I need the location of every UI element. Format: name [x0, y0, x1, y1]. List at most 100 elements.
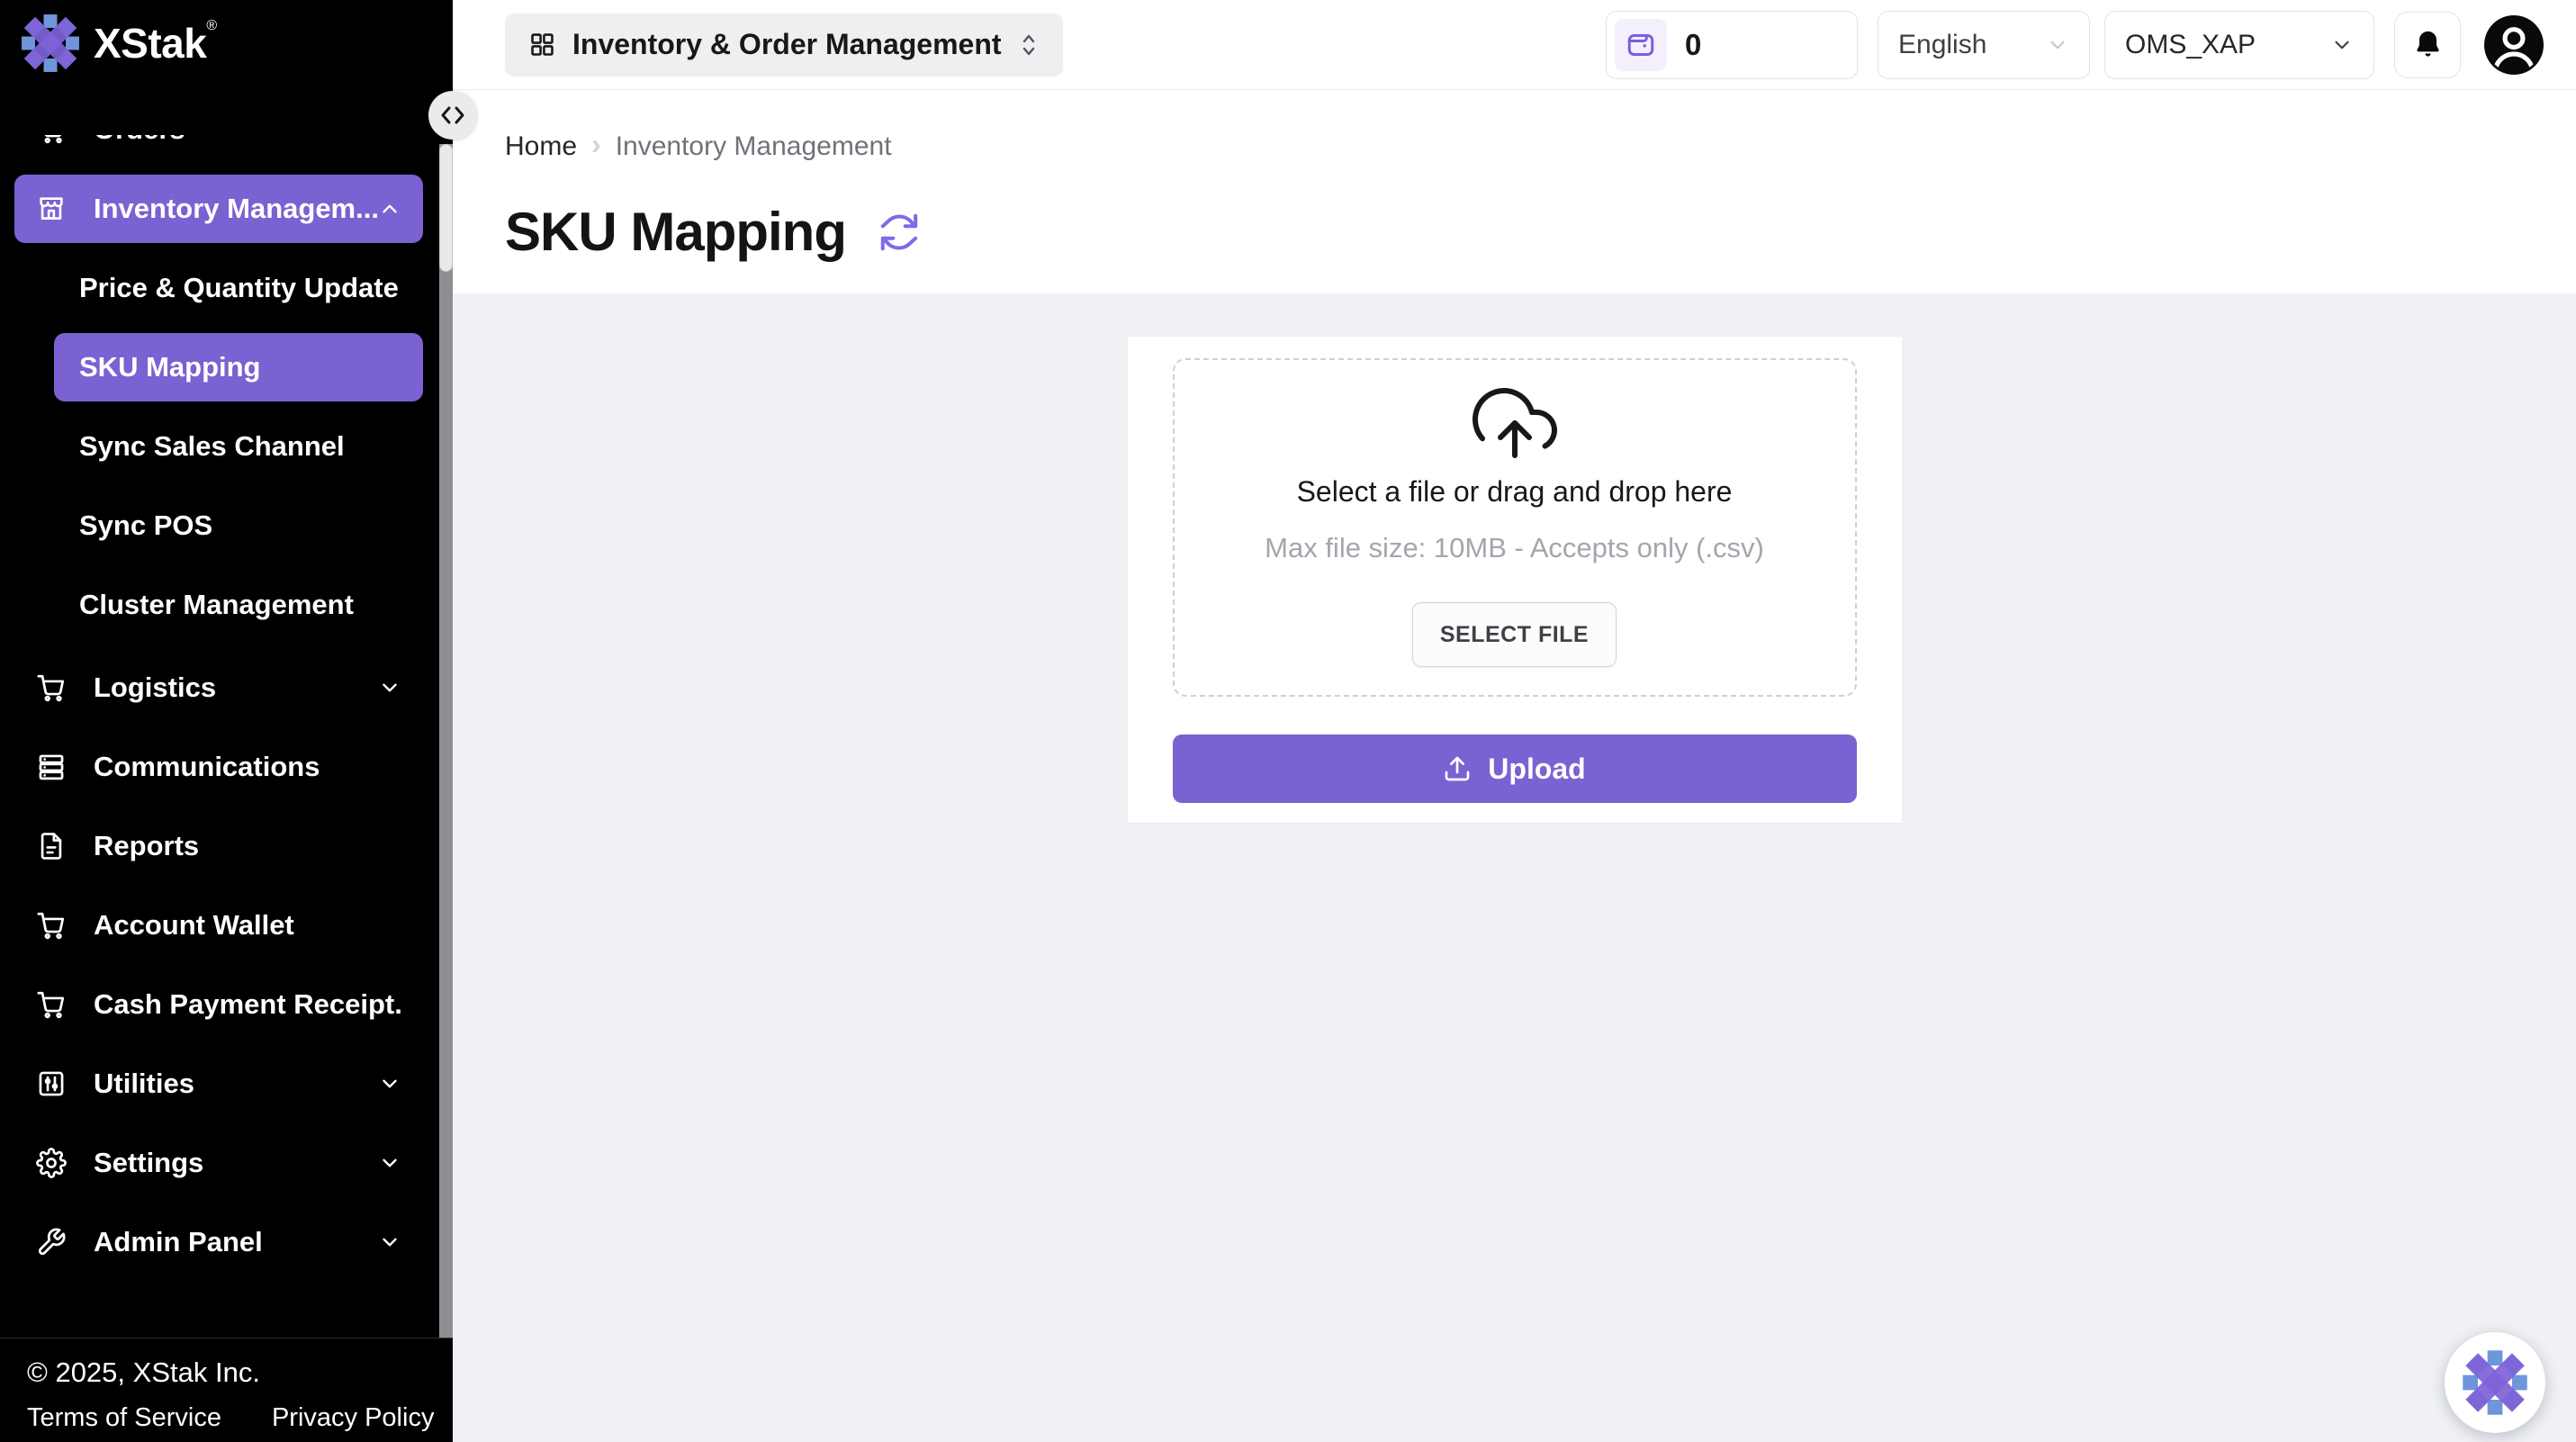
chevron-down-icon [378, 1151, 401, 1175]
tenant-value: OMS_XAP [2125, 30, 2256, 60]
refresh-icon [878, 212, 920, 253]
brand-logo: XStak® [20, 13, 453, 74]
brand-logo-icon [2461, 1348, 2529, 1417]
grid-icon [528, 31, 556, 59]
sidebar-item-label: Price & Quantity Update [79, 272, 401, 304]
main-area: Inventory & Order Management 0 English [453, 0, 2576, 1442]
sidebar-item-label: Reports [94, 830, 401, 862]
privacy-policy-link[interactable]: Privacy Policy [272, 1403, 435, 1433]
refresh-button[interactable] [878, 212, 920, 253]
sidebar-item-cash-payment-receipt[interactable]: Cash Payment Receipt... [14, 970, 423, 1039]
language-select[interactable]: English [1878, 11, 2090, 79]
chevron-down-icon [378, 1072, 401, 1095]
selector-icon [1018, 32, 1040, 59]
sidebar-item-label: Communications [94, 751, 401, 783]
sidebar-scrollbar-thumb[interactable] [439, 144, 453, 272]
sidebar-header: XStak® [0, 0, 453, 135]
cart-icon [36, 989, 67, 1020]
brand-registered-mark: ® [206, 18, 217, 33]
sidebar-item-admin-panel[interactable]: Admin Panel [14, 1208, 423, 1276]
sidebar-item-account-wallet[interactable]: Account Wallet [14, 891, 423, 960]
wallet-balance-box[interactable]: 0 [1606, 11, 1858, 79]
sidebar-item-label: Sync Sales Channel [79, 430, 401, 463]
chevron-down-icon [378, 1230, 401, 1254]
brand-name: XStak [94, 20, 206, 67]
title-row: SKU Mapping [505, 201, 2576, 263]
app-switcher-button[interactable]: Inventory & Order Management [505, 14, 1063, 77]
chevron-up-icon [378, 197, 401, 221]
notifications-button[interactable] [2394, 12, 2461, 78]
avatar-icon [2484, 15, 2544, 75]
sidebar-item-label: Sync POS [79, 509, 401, 542]
sidebar-collapse-button[interactable] [428, 91, 477, 140]
sidebar-item-sync-sales-channel[interactable]: Sync Sales Channel [14, 412, 423, 481]
sidebar-item-orders[interactable]: Orders [14, 135, 423, 164]
wrench-icon [36, 1227, 67, 1257]
chevron-down-icon [378, 676, 401, 699]
upload-icon [1443, 754, 1472, 783]
language-value: English [1898, 30, 1986, 60]
dropzone-hint: Max file size: 10MB - Accepts only (.csv… [1265, 532, 1764, 564]
server-icon [36, 752, 67, 782]
chevron-down-icon [2330, 33, 2354, 57]
cart-icon [36, 672, 67, 703]
select-file-button[interactable]: SELECT FILE [1412, 602, 1617, 667]
sidebar-item-inventory-managem[interactable]: Inventory Managem... [14, 175, 423, 243]
document-icon [36, 831, 67, 861]
sidebar-item-sku-mapping[interactable]: SKU Mapping [54, 333, 423, 401]
sidebar-item-label: Settings [94, 1147, 378, 1179]
brand-logo-icon [20, 13, 81, 74]
sidebar-scrollbar-track[interactable] [439, 144, 453, 1338]
dropzone-prompt: Select a file or drag and drop here [1297, 475, 1733, 509]
sidebar-item-sync-pos[interactable]: Sync POS [14, 491, 423, 560]
chat-launcher-button[interactable] [2445, 1332, 2545, 1433]
brand-wordmark: XStak® [94, 13, 217, 74]
sidebar-item-label: Cluster Management [79, 589, 401, 621]
sidebar-item-label: Inventory Managem... [94, 193, 378, 225]
sidebar-item-price-quantity-update[interactable]: Price & Quantity Update [14, 254, 423, 322]
wallet-count: 0 [1685, 28, 1701, 62]
chevron-down-icon [2046, 33, 2069, 57]
breadcrumb: Home › Inventory Management [505, 130, 2576, 163]
sidebar-item-utilities[interactable]: Utilities [14, 1050, 423, 1118]
breadcrumb-current: Inventory Management [616, 131, 892, 162]
breadcrumb-home[interactable]: Home [505, 131, 577, 162]
sidebar-item-communications[interactable]: Communications [14, 733, 423, 801]
sliders-icon [36, 1068, 67, 1099]
chevron-right-icon: › [591, 128, 601, 161]
sidebar-item-label: Logistics [94, 671, 378, 704]
app-switcher-label: Inventory & Order Management [572, 28, 1002, 61]
page-title: SKU Mapping [505, 201, 846, 263]
upload-cloud-icon [1472, 380, 1558, 466]
sidebar-item-label: Admin Panel [94, 1226, 378, 1258]
upload-button-label: Upload [1488, 753, 1585, 786]
cart-icon [36, 135, 67, 145]
sidebar-item-label: Account Wallet [94, 909, 401, 942]
sidebar-item-settings[interactable]: Settings [14, 1129, 423, 1197]
sidebar: XStak® Orders Inventory Managem... Price &… [0, 0, 453, 1442]
collapse-expand-icon [439, 104, 466, 126]
sidebar-item-cluster-management[interactable]: Cluster Management [14, 571, 423, 639]
upload-card: Select a file or drag and drop here Max … [1128, 337, 1902, 823]
sidebar-item-label: Cash Payment Receipt... [94, 988, 401, 1021]
topbar: Inventory & Order Management 0 English [453, 0, 2576, 90]
sidebar-item-reports[interactable]: Reports [14, 812, 423, 880]
gear-icon [36, 1148, 67, 1178]
page-header: Home › Inventory Management SKU Mapping [453, 90, 2576, 293]
sidebar-item-label: Utilities [94, 1068, 378, 1100]
sidebar-item-logistics[interactable]: Logistics [14, 653, 423, 722]
bell-icon [2411, 28, 2445, 61]
file-dropzone[interactable]: Select a file or drag and drop here Max … [1173, 358, 1857, 697]
copyright-text: © 2025, XStak Inc. [27, 1356, 453, 1389]
tenant-select[interactable]: OMS_XAP [2104, 11, 2374, 79]
sidebar-item-label: Orders [94, 135, 401, 146]
avatar-button[interactable] [2484, 15, 2544, 75]
sidebar-nav: Orders Inventory Managem... Price & Quanti… [0, 135, 453, 1338]
upload-button[interactable]: Upload [1173, 735, 1857, 803]
content-area: Select a file or drag and drop here Max … [453, 293, 2576, 1442]
sidebar-item-label: SKU Mapping [79, 351, 401, 383]
wallet-icon [1615, 19, 1667, 71]
cart-icon [36, 910, 67, 941]
terms-of-service-link[interactable]: Terms of Service [27, 1403, 221, 1433]
footer-links: Terms of Service Privacy Policy [27, 1403, 453, 1433]
